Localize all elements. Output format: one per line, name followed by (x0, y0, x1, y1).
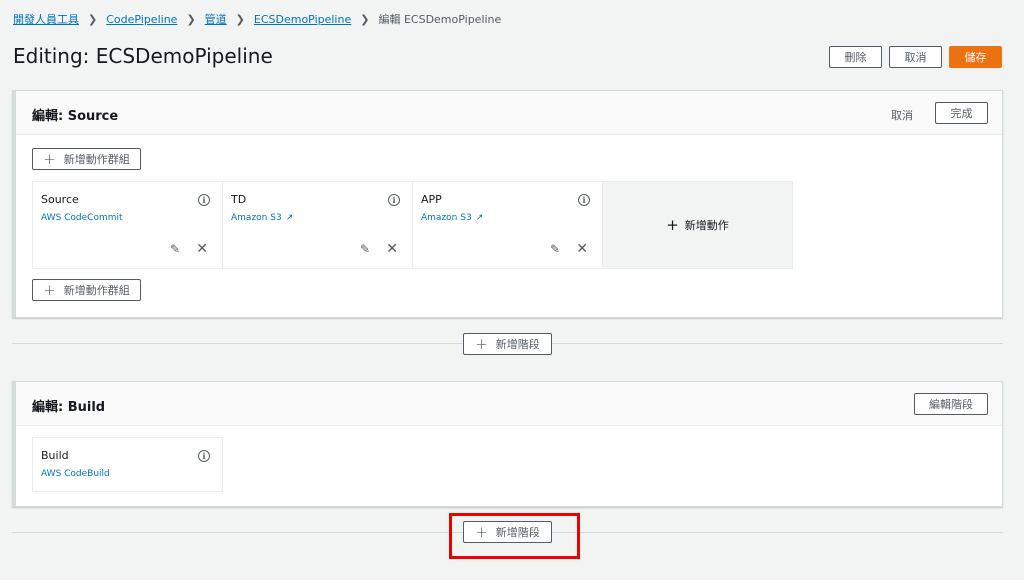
breadcrumb: 開發人員工具 ❯ CodePipeline ❯ 管道 ❯ ECSDemoPipe… (13, 11, 501, 27)
action-name: Source (41, 193, 79, 206)
provider-label: AWS CodeBuild (41, 469, 110, 479)
source-stage: 編輯: Source 取消 完成 + 新增動作群組 Source AWS Cod… (12, 90, 1003, 318)
delete-button[interactable]: 刪除 (829, 46, 882, 68)
cancel-button[interactable]: 取消 (889, 46, 942, 68)
action-name: Build (41, 449, 69, 462)
close-icon[interactable]: ✕ (196, 241, 208, 257)
stage-header: 編輯: Source 取消 完成 (16, 91, 1002, 135)
edit-icon[interactable]: ✎ (170, 242, 180, 256)
breadcrumb-pipelines[interactable]: 管道 (205, 11, 227, 27)
external-link-icon: ↗ (475, 213, 484, 223)
action-provider-link[interactable]: AWS CodeBuild (41, 469, 110, 479)
action-card-app: APP Amazon S3 ↗ i ✎ ✕ (412, 181, 603, 269)
info-icon[interactable]: i (578, 194, 590, 206)
stage-header: 編輯: Build 編輯階段 (16, 382, 1002, 426)
chevron-right-icon: ❯ (88, 12, 98, 26)
action-card-td: TD Amazon S3 ↗ i ✎ ✕ (222, 181, 413, 269)
stage-title: 編輯: Source (32, 109, 119, 124)
breadcrumb-dev-tools[interactable]: 開發人員工具 (13, 11, 79, 27)
add-action-button[interactable]: + 新增動作 (602, 181, 793, 269)
button-label: 新增動作 (684, 219, 729, 232)
button-label: 新增動作群組 (63, 284, 130, 297)
breadcrumb-codepipeline[interactable]: CodePipeline (106, 13, 177, 26)
plus-icon: + (43, 280, 56, 299)
page-title: Editing: ECSDemoPipeline (13, 44, 273, 68)
chevron-right-icon: ❯ (186, 12, 196, 26)
stage-done-button[interactable]: 完成 (935, 102, 988, 124)
action-provider-link[interactable]: AWS CodeCommit (41, 213, 123, 223)
breadcrumb-pipeline[interactable]: ECSDemoPipeline (254, 13, 351, 26)
edit-stage-button[interactable]: 編輯階段 (914, 393, 988, 415)
stage-title: 編輯: Build (32, 400, 106, 415)
chevron-right-icon: ❯ (235, 12, 245, 26)
close-icon[interactable]: ✕ (576, 241, 588, 257)
plus-icon: + (666, 216, 679, 234)
action-card-build: Build AWS CodeBuild i (32, 437, 223, 492)
action-name: APP (421, 193, 442, 206)
chevron-right-icon: ❯ (360, 12, 370, 26)
button-label: 新增動作群組 (63, 153, 130, 166)
external-link-icon: ↗ (285, 213, 294, 223)
provider-label: AWS CodeCommit (41, 213, 123, 223)
build-stage: 編輯: Build 編輯階段 Build AWS CodeBuild i (12, 381, 1003, 507)
save-button[interactable]: 儲存 (949, 46, 1002, 68)
edit-icon[interactable]: ✎ (550, 242, 560, 256)
stage-cancel-button[interactable]: 取消 (891, 107, 913, 123)
info-icon[interactable]: i (198, 450, 210, 462)
add-stage-button-1[interactable]: + 新增階段 (463, 333, 552, 355)
breadcrumb-current: 編輯 ECSDemoPipeline (378, 13, 502, 26)
button-label: 新增階段 (495, 338, 540, 351)
action-provider-link[interactable]: Amazon S3 ↗ (231, 213, 293, 223)
edit-icon[interactable]: ✎ (360, 242, 370, 256)
info-icon[interactable]: i (198, 194, 210, 206)
close-icon[interactable]: ✕ (386, 241, 398, 257)
plus-icon: + (475, 334, 488, 353)
action-group: Build AWS CodeBuild i (32, 437, 223, 492)
action-group: Source AWS CodeCommit i ✎ ✕ TD Amazon S3… (32, 181, 793, 269)
action-name: TD (231, 193, 247, 206)
info-icon[interactable]: i (388, 194, 400, 206)
action-provider-link[interactable]: Amazon S3 ↗ (421, 213, 483, 223)
add-action-group-button-bottom[interactable]: + 新增動作群組 (32, 279, 141, 301)
provider-label: Amazon S3 (231, 213, 282, 223)
plus-icon: + (43, 149, 56, 168)
provider-label: Amazon S3 (421, 213, 472, 223)
action-card-source: Source AWS CodeCommit i ✎ ✕ (32, 181, 223, 269)
add-action-group-button-top[interactable]: + 新增動作群組 (32, 148, 141, 170)
highlight-box (449, 513, 580, 559)
